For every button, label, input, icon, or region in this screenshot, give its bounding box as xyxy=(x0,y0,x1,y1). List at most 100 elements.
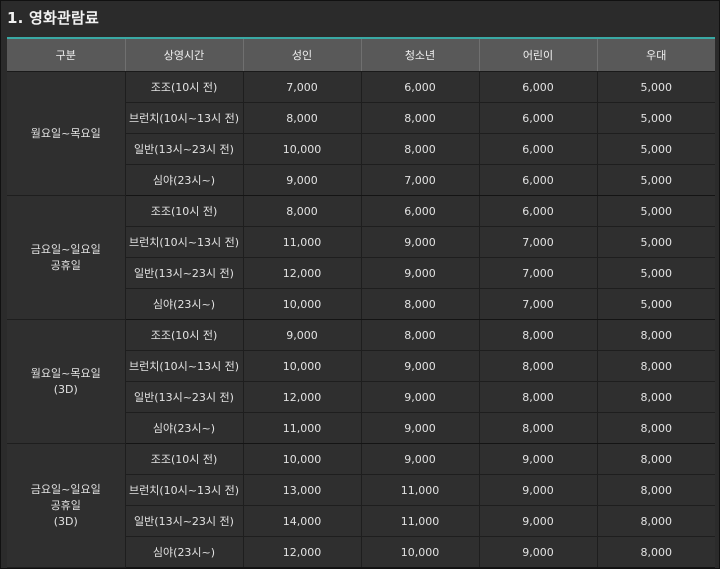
child-price-cell: 9,000 xyxy=(479,536,598,568)
adult-price-cell: 10,000 xyxy=(243,133,362,165)
showtime-cell: 조조(10시 전) xyxy=(125,319,244,351)
child-price-cell: 6,000 xyxy=(479,133,598,165)
adult-price-cell: 13,000 xyxy=(243,474,362,506)
group-label-line: 월요일~목요일 xyxy=(30,126,101,140)
adult-price-cell: 11,000 xyxy=(243,226,362,258)
showtime-cell: 일반(13시~23시 전) xyxy=(125,381,244,413)
youth-price-cell: 9,000 xyxy=(361,257,480,289)
header-showtime: 상영시간 xyxy=(125,39,244,72)
youth-price-cell: 8,000 xyxy=(361,319,480,351)
adult-price-cell: 10,000 xyxy=(243,443,362,475)
showtime-cell: 심야(23시~) xyxy=(125,164,244,196)
preferential-price-cell: 8,000 xyxy=(597,474,715,506)
showtime-cell: 브런치(10시~13시 전) xyxy=(125,474,244,506)
page-frame: 1. 영화관람료 구분 상영시간 성인 청소년 어린이 우대 월요일~목요일 조… xyxy=(0,0,720,569)
youth-price-cell: 10,000 xyxy=(361,536,480,568)
child-price-cell: 7,000 xyxy=(479,226,598,258)
adult-price-cell: 10,000 xyxy=(243,288,362,320)
showtime-cell: 브런치(10시~13시 전) xyxy=(125,350,244,382)
preferential-price-cell: 8,000 xyxy=(597,350,715,382)
youth-price-cell: 9,000 xyxy=(361,226,480,258)
header-child: 어린이 xyxy=(479,39,598,72)
youth-price-cell: 11,000 xyxy=(361,474,480,506)
showtime-cell: 일반(13시~23시 전) xyxy=(125,505,244,537)
child-price-cell: 8,000 xyxy=(479,412,598,444)
group-label-cell: 월요일~목요일 (3D) xyxy=(7,319,126,444)
group-label-cell: 금요일~일요일공휴일 (3D) xyxy=(7,443,126,568)
table-body: 월요일~목요일 조조(10시 전) 7,000 6,000 6,000 5,000 브런치(… xyxy=(7,71,715,568)
child-price-cell: 6,000 xyxy=(479,164,598,196)
preferential-price-cell: 5,000 xyxy=(597,133,715,165)
child-price-cell: 9,000 xyxy=(479,505,598,537)
preferential-price-cell: 8,000 xyxy=(597,505,715,537)
table-row: 금요일~일요일 공휴일 조조(10시 전) 8,000 6,000 6,000 5,000 xyxy=(7,195,715,320)
youth-price-cell: 8,000 xyxy=(361,102,480,134)
preferential-price-cell: 5,000 xyxy=(597,226,715,258)
price-table: 구분 상영시간 성인 청소년 어린이 우대 월요일~목요일 조조(10시 전) 7,… xyxy=(7,39,715,568)
youth-price-cell: 9,000 xyxy=(361,381,480,413)
child-price-cell: 8,000 xyxy=(479,381,598,413)
preferential-price-cell: 5,000 xyxy=(597,102,715,134)
showtime-cell: 브런치(10시~13시 전) xyxy=(125,102,244,134)
showtime-cell: 일반(13시~23시 전) xyxy=(125,133,244,165)
child-price-cell: 7,000 xyxy=(479,257,598,289)
preferential-price-cell: 8,000 xyxy=(597,412,715,444)
showtime-cell: 조조(10시 전) xyxy=(125,443,244,475)
showtime-cell: 심야(23시~) xyxy=(125,288,244,320)
group-label-cell: 금요일~일요일공휴일 xyxy=(7,195,126,320)
group-label-line: (3D) xyxy=(53,382,78,396)
group-label-line: 월요일~목요일 xyxy=(30,366,101,380)
group-label-cell: 월요일~목요일 xyxy=(7,71,126,196)
youth-price-cell: 9,000 xyxy=(361,350,480,382)
preferential-price-cell: 5,000 xyxy=(597,195,715,227)
youth-price-cell: 9,000 xyxy=(361,412,480,444)
page-title: 1. 영화관람료 xyxy=(7,9,99,27)
child-price-cell: 8,000 xyxy=(479,350,598,382)
preferential-price-cell: 8,000 xyxy=(597,443,715,475)
child-price-cell: 8,000 xyxy=(479,319,598,351)
child-price-cell: 6,000 xyxy=(479,71,598,103)
youth-price-cell: 6,000 xyxy=(361,71,480,103)
youth-price-cell: 11,000 xyxy=(361,505,480,537)
preferential-price-cell: 5,000 xyxy=(597,288,715,320)
child-price-cell: 9,000 xyxy=(479,474,598,506)
preferential-price-cell: 5,000 xyxy=(597,71,715,103)
adult-price-cell: 9,000 xyxy=(243,319,362,351)
table-row: 금요일~일요일 공휴일 (3D) 조조(10시 전) 10,000 9,000 9,000 8… xyxy=(7,443,715,568)
adult-price-cell: 10,000 xyxy=(243,350,362,382)
youth-price-cell: 6,000 xyxy=(361,195,480,227)
preferential-price-cell: 5,000 xyxy=(597,164,715,196)
adult-price-cell: 12,000 xyxy=(243,536,362,568)
group-label-line: 금요일~일요일 xyxy=(30,482,101,496)
preferential-price-cell: 5,000 xyxy=(597,257,715,289)
showtime-cell: 브런치(10시~13시 전) xyxy=(125,226,244,258)
showtime-cell: 심야(23시~) xyxy=(125,412,244,444)
adult-price-cell: 8,000 xyxy=(243,195,362,227)
youth-price-cell: 8,000 xyxy=(361,288,480,320)
youth-price-cell: 8,000 xyxy=(361,133,480,165)
showtime-cell: 조조(10시 전) xyxy=(125,195,244,227)
price-table-container: 구분 상영시간 성인 청소년 어린이 우대 월요일~목요일 조조(10시 전) 7,… xyxy=(7,37,715,568)
preferential-price-cell: 8,000 xyxy=(597,319,715,351)
header-youth: 청소년 xyxy=(361,39,480,72)
showtime-cell: 심야(23시~) xyxy=(125,536,244,568)
header-preferential: 우대 xyxy=(597,39,715,72)
adult-price-cell: 11,000 xyxy=(243,412,362,444)
group-label-line: 공휴일 xyxy=(50,258,81,272)
preferential-price-cell: 8,000 xyxy=(597,381,715,413)
group-label-line: 금요일~일요일 xyxy=(30,242,101,256)
showtime-cell: 조조(10시 전) xyxy=(125,71,244,103)
adult-price-cell: 14,000 xyxy=(243,505,362,537)
group-label-line: 공휴일 xyxy=(50,498,81,512)
youth-price-cell: 7,000 xyxy=(361,164,480,196)
preferential-price-cell: 8,000 xyxy=(597,536,715,568)
child-price-cell: 9,000 xyxy=(479,443,598,475)
group-label-line: (3D) xyxy=(53,514,78,528)
header-adult: 성인 xyxy=(243,39,362,72)
table-row: 월요일~목요일 (3D) 조조(10시 전) 9,000 8,000 8,000 8,000 xyxy=(7,319,715,444)
child-price-cell: 6,000 xyxy=(479,195,598,227)
table-header-row: 구분 상영시간 성인 청소년 어린이 우대 xyxy=(7,39,715,72)
table-row: 월요일~목요일 조조(10시 전) 7,000 6,000 6,000 5,000 xyxy=(7,71,715,196)
adult-price-cell: 9,000 xyxy=(243,164,362,196)
child-price-cell: 7,000 xyxy=(479,288,598,320)
